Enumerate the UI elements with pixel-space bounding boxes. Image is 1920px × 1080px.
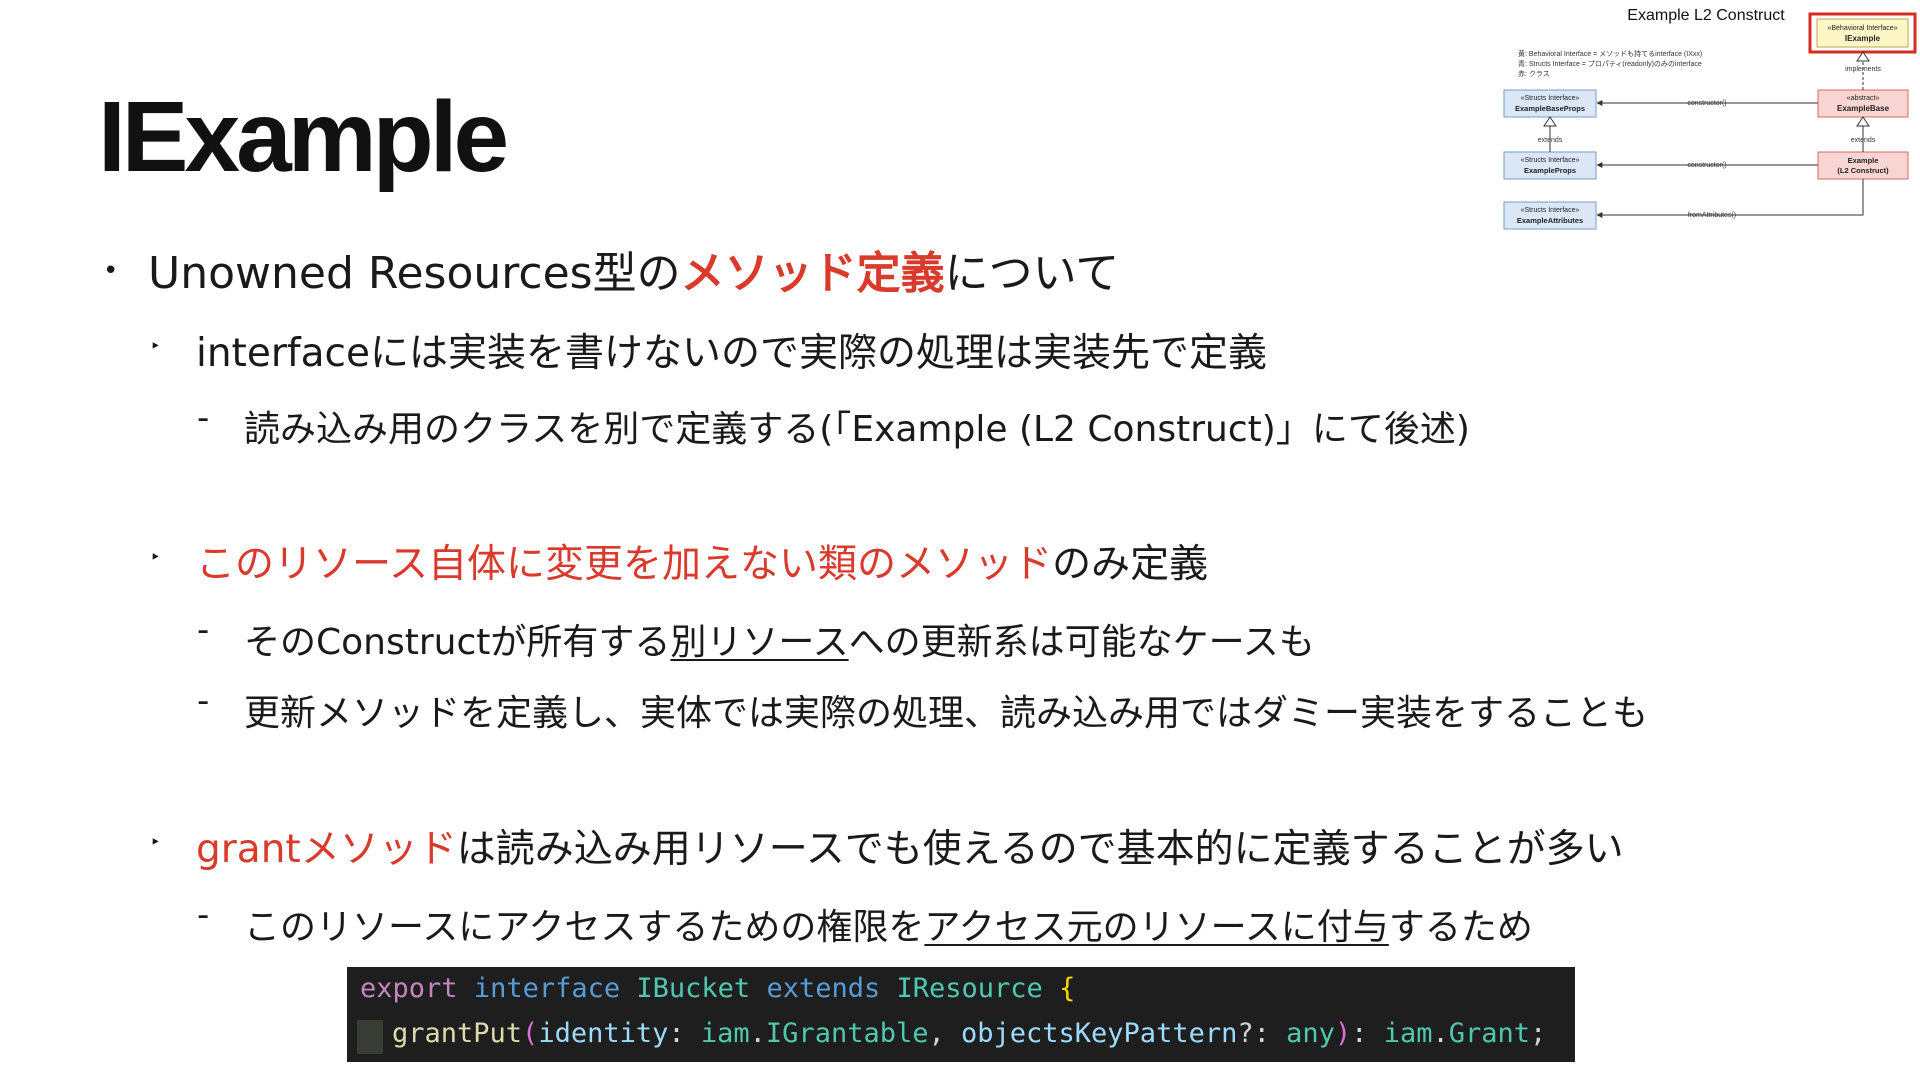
example-stereotype: Example [1848,156,1879,165]
bullet-dot: • [103,256,119,286]
detail-1-post: への更新系は可能なケースも [848,622,1315,663]
from-attributes-arrow [1596,179,1864,218]
code-keyword-extends: extends [766,973,881,1004]
code-brace: { [1059,973,1076,1004]
constructor-mid-label: constructor() [1687,162,1726,169]
point-1: Unowned Resources型のメソッド定義について [148,237,1119,301]
slide-title: IExample [98,81,509,193]
extends-left-arrowhead [1543,116,1557,127]
code-type: Grant [1448,1018,1531,1049]
detail-1-underline: 別リソース [670,622,849,663]
code-parent-type: IResource [896,973,1043,1004]
bullet-triangle: ‣ [150,832,161,853]
sub-point-2-highlight: このリソース自体に変更を加えない類のメソッド [196,542,1053,587]
code-line-1: export interface IBucket extends IResour… [360,973,1075,1004]
code-punct: , [928,1018,961,1049]
code-param: identity [538,1018,669,1049]
sub-point-3-detail: このリソースにアクセスするための権限をアクセス元のリソースに付与するため [244,898,1533,950]
constructor-top-label: constructor() [1687,100,1726,107]
bullet-triangle: ‣ [150,547,161,568]
point-1-highlight: メソッド定義 [680,248,945,299]
code-punct: . [1432,1018,1449,1049]
point-1-post: について [944,248,1120,299]
code-punct: : [1351,1018,1384,1049]
uml-diagram: Example L2 Construct 黄: Behavioral Inter… [1503,7,1917,230]
detail-3-post: するため [1388,907,1533,948]
bullet-dash: - [197,895,210,935]
code-line-2: grantPut(identity: iam.IGrantable, objec… [392,1018,1546,1049]
sub-point-3-post: は読み込み用リソースでも使えるので基本的に定義することが多い [456,827,1624,872]
code-punct: : [668,1018,701,1049]
detail-3-underline: アクセス元のリソースに付与 [924,907,1389,948]
example-base-props-name: ExampleBaseProps [1515,104,1585,113]
iexample-stereotype: «Behavioral Interface» [1827,25,1897,32]
detail-1-pre: そのConstructが所有する [244,622,671,663]
example-base-name: ExampleBase [1837,104,1890,113]
code-paren: ( [522,1018,539,1049]
code-interface-name: IBucket [636,973,751,1004]
sub-point-1: interfaceには実装を書けないので実際の処理は実装先で定義 [196,331,1267,376]
code-block: export interface IBucket extends IResour… [347,967,1575,1062]
sub-point-1-detail: 読み込み用のクラスを別で定義する(「Example (L2 Construct)… [244,409,1470,450]
bullet-dash: - [197,398,210,438]
example-base-stereotype: «abstract» [1847,95,1880,102]
bullet-triangle: ‣ [150,336,161,357]
example-props-name: ExampleProps [1524,166,1576,175]
code-indent-guide [357,1020,383,1054]
sub-point-2-post: のみ定義 [1052,542,1209,587]
code-namespace: iam [700,1018,750,1049]
bullet-dash: - [197,610,210,650]
code-paren: ) [1334,1018,1352,1049]
from-attributes-label: fromAttributes() [1688,212,1736,219]
extends-right-label: extends [1851,137,1876,144]
code-punct: ; [1530,1018,1547,1049]
example-attributes-name: ExampleAttributes [1517,216,1583,225]
code-punct: . [749,1018,766,1049]
code-punct: ?: [1237,1018,1287,1049]
example-base-props-stereotype: «Structs Interface» [1521,95,1580,102]
implements-label: implements [1845,66,1881,73]
code-type: IGrantable [765,1018,929,1049]
sub-point-3-highlight: grantメソッド [196,827,457,872]
sub-point-3: grantメソッドは読み込み用リソースでも使えるので基本的に定義することが多い [196,818,1624,874]
code-param: objectsKeyPattern [961,1018,1238,1049]
example-name: (L2 Construct) [1837,166,1889,175]
code-method-name: grantPut [392,1018,523,1049]
legend-line-3: 赤: クラス [1518,70,1550,78]
point-1-pre: Unowned Resources型の [148,248,681,299]
sub-point-2: このリソース自体に変更を加えない類のメソッドのみ定義 [196,533,1208,589]
detail-3-pre: このリソースにアクセスするための権限を [244,907,925,948]
extends-right-arrowhead [1856,116,1870,127]
sub-point-2-detail-1: そのConstructが所有する別リソースへの更新系は可能なケースも [244,613,1315,665]
code-keyword-interface: interface [473,973,621,1004]
example-props-stereotype: «Structs Interface» [1521,157,1580,164]
extends-left-label: extends [1538,137,1563,144]
code-keyword-export: export [360,973,458,1004]
legend-line-2: 青: Structs Interface = プロパティ(readonly)のみ… [1518,59,1702,68]
legend-line-1: 黄: Behavioral Interface = メソッドも持てるinterf… [1518,49,1702,58]
example-attributes-stereotype: «Structs Interface» [1521,207,1580,214]
code-namespace: iam [1383,1018,1433,1049]
diagram-caption: Example L2 Construct [1627,7,1785,24]
bullet-dash: - [197,681,210,721]
code-type: any [1286,1018,1335,1049]
sub-point-2-detail-2: 更新メソッドを定義し、実体では実際の処理、読み込み用ではダミー実装をすることも [244,693,1649,734]
iexample-name: IExample [1845,34,1881,43]
